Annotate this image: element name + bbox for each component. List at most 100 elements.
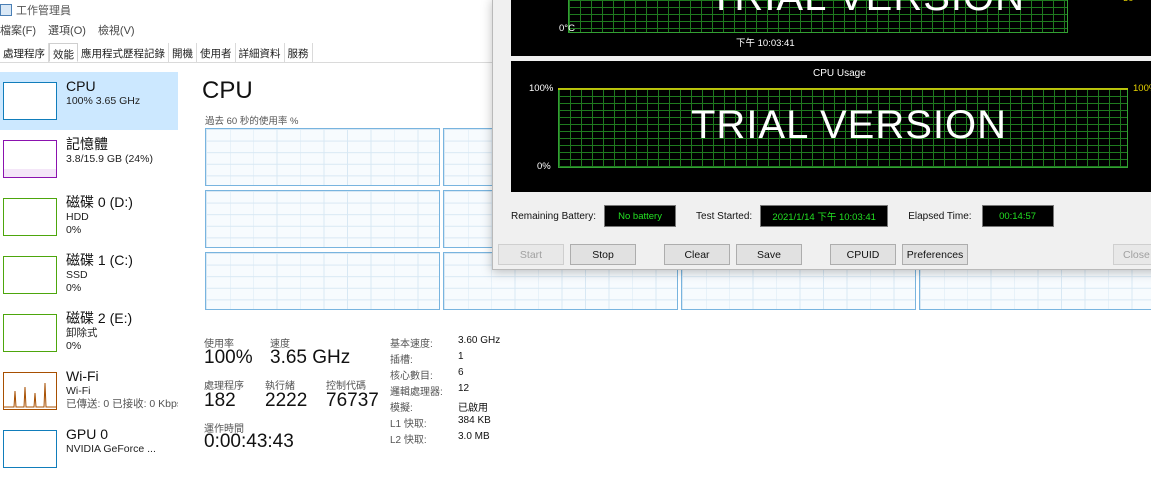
temperature-panel: TRIAL VERSION 0°C 下午 10:03:41 30 bbox=[511, 0, 1151, 56]
tab-processes[interactable]: 處理程序 bbox=[0, 43, 49, 62]
sidebar-item-disk-1[interactable]: 磁碟 1 (C:) SSD 0% bbox=[0, 246, 178, 304]
tab-details[interactable]: 詳細資料 bbox=[236, 43, 285, 62]
base-speed-label: 基本速度: bbox=[390, 339, 433, 350]
battery-label: Remaining Battery: bbox=[511, 210, 597, 222]
save-button[interactable]: Save bbox=[736, 244, 802, 265]
sidebar-item-sub2: 0% bbox=[66, 282, 82, 294]
menu-bar: 檔案(F) 選項(O) 檢視(V) bbox=[0, 22, 135, 40]
sidebar-item-title: 磁碟 1 (C:) bbox=[66, 252, 133, 268]
sidebar-item-sub2: 0% bbox=[66, 340, 82, 352]
speed-value: 3.65 GHz bbox=[270, 347, 351, 368]
l2-cache-value: 3.0 MB bbox=[458, 431, 490, 442]
preferences-button[interactable]: Preferences bbox=[902, 244, 968, 265]
disk-thumbnail-graph bbox=[3, 198, 57, 236]
temperature-watermark: TRIAL VERSION bbox=[709, 0, 1025, 20]
page-title: CPU bbox=[202, 77, 253, 104]
sidebar-item-sub: 卸除式 bbox=[66, 327, 98, 339]
sidebar-item-wifi[interactable]: Wi-Fi Wi-Fi 已傳送: 0 已接收: 0 Kbps bbox=[0, 362, 178, 420]
sidebar-item-sub: 3.8/15.9 GB (24%) bbox=[66, 153, 153, 165]
cpu-graph-caption: 過去 60 秒的使用率 % bbox=[205, 116, 299, 127]
menu-options[interactable]: 選項(O) bbox=[48, 22, 86, 40]
task-manager-icon bbox=[0, 4, 12, 16]
logical-processor-graph bbox=[205, 128, 440, 186]
cpu-usage-max-right: 100% bbox=[1133, 83, 1151, 94]
cpu-usage-panel: CPU Usage TRIAL VERSION 100% 0% 100% bbox=[511, 61, 1151, 192]
l2-cache-label: L2 快取: bbox=[390, 435, 427, 446]
wifi-activity-sparkline bbox=[4, 382, 56, 408]
utilization-value: 100% bbox=[204, 347, 253, 368]
sidebar-item-title: 記憶體 bbox=[66, 136, 108, 152]
l1-cache-label: L1 快取: bbox=[390, 419, 427, 430]
cpu-usage-min-left: 0% bbox=[537, 161, 551, 172]
menu-file[interactable]: 檔案(F) bbox=[0, 22, 36, 40]
cpuid-button[interactable]: CPUID bbox=[830, 244, 896, 265]
temperature-min-label: 0°C bbox=[559, 23, 575, 34]
sidebar-item-title: 磁碟 2 (E:) bbox=[66, 310, 133, 326]
tab-startup[interactable]: 開機 bbox=[169, 43, 197, 62]
title-bar: 工作管理員 bbox=[0, 0, 71, 20]
logical-processors-label: 邏輯處理器: bbox=[390, 387, 443, 398]
test-started-value: 2021/1/14 下午 10:03:41 bbox=[760, 205, 889, 227]
stop-button[interactable]: Stop bbox=[570, 244, 636, 265]
sidebar-item-sub2: 已傳送: 0 已接收: 0 Kbps bbox=[66, 398, 178, 410]
sidebar-item-sub: NVIDIA GeForce ... bbox=[66, 443, 156, 455]
temperature-time-label: 下午 10:03:41 bbox=[736, 38, 795, 49]
disk-thumbnail-graph bbox=[3, 314, 57, 352]
handles-value: 76737 bbox=[326, 390, 379, 411]
cpu-usage-title: CPU Usage bbox=[813, 68, 866, 79]
battery-value: No battery bbox=[604, 205, 677, 227]
sidebar-item-memory[interactable]: 記憶體 3.8/15.9 GB (24%) bbox=[0, 130, 178, 188]
cpu-usage-max-left: 100% bbox=[529, 83, 554, 94]
base-speed-value: 3.60 GHz bbox=[458, 335, 501, 346]
status-row: Remaining Battery: No battery Test Start… bbox=[511, 204, 1054, 228]
logical-processor-graph bbox=[205, 252, 440, 310]
sockets-value: 1 bbox=[458, 351, 464, 362]
sidebar-item-disk-2[interactable]: 磁碟 2 (E:) 卸除式 0% bbox=[0, 304, 178, 362]
gpu-thumbnail-graph bbox=[3, 430, 57, 468]
sidebar-item-sub: Wi-Fi bbox=[66, 385, 91, 397]
sidebar-item-title: Wi-Fi bbox=[66, 368, 99, 384]
performance-sidebar: CPU 100% 3.65 GHz 記憶體 3.8/15.9 GB (24%) … bbox=[0, 72, 178, 478]
sidebar-item-disk-0[interactable]: 磁碟 0 (D:) HDD 0% bbox=[0, 188, 178, 246]
logical-processors-value: 12 bbox=[458, 383, 470, 394]
sidebar-item-title: GPU 0 bbox=[66, 426, 109, 442]
virtualization-label: 模擬: bbox=[390, 403, 413, 414]
temperature-right-label: 30 bbox=[1123, 0, 1134, 4]
close-button[interactable]: Close bbox=[1113, 244, 1151, 265]
tab-users[interactable]: 使用者 bbox=[197, 43, 236, 62]
processes-value: 182 bbox=[204, 390, 236, 411]
sidebar-item-title: CPU bbox=[66, 78, 96, 94]
cpu-usage-line bbox=[558, 88, 1128, 90]
elapsed-time-value: 00:14:57 bbox=[981, 205, 1054, 227]
elapsed-time-label: Elapsed Time: bbox=[908, 210, 972, 222]
sidebar-item-sub: 100% 3.65 GHz bbox=[66, 95, 141, 107]
cpu-thumbnail-graph bbox=[3, 82, 57, 120]
cores-label: 核心數目: bbox=[390, 371, 433, 382]
sockets-label: 插槽: bbox=[390, 355, 413, 366]
tab-performance[interactable]: 效能 bbox=[49, 43, 78, 62]
sidebar-item-sub: SSD bbox=[66, 269, 88, 281]
menu-view[interactable]: 檢視(V) bbox=[98, 22, 135, 40]
window-title: 工作管理員 bbox=[16, 5, 71, 17]
sidebar-item-title: 磁碟 0 (D:) bbox=[66, 194, 133, 210]
tab-services[interactable]: 服務 bbox=[285, 43, 313, 62]
threads-value: 2222 bbox=[265, 390, 308, 411]
start-button[interactable]: Start bbox=[498, 244, 564, 265]
wifi-thumbnail-graph bbox=[3, 372, 57, 410]
tab-app-history[interactable]: 應用程式歷程記錄 bbox=[78, 43, 169, 62]
tab-bar: 處理程序 效能 應用程式歷程記錄 開機 使用者 詳細資料 服務 bbox=[0, 43, 500, 63]
sidebar-item-gpu[interactable]: GPU 0 NVIDIA GeForce ... bbox=[0, 420, 178, 478]
l1-cache-value: 384 KB bbox=[458, 415, 491, 426]
sidebar-item-cpu[interactable]: CPU 100% 3.65 GHz bbox=[0, 72, 178, 130]
sidebar-item-sub: HDD bbox=[66, 211, 89, 223]
cpu-usage-watermark: TRIAL VERSION bbox=[691, 103, 1008, 147]
uptime-value: 0:00:43:43 bbox=[204, 431, 294, 452]
stress-test-window: TRIAL VERSION 0°C 下午 10:03:41 30 CPU Usa… bbox=[492, 0, 1151, 270]
test-started-label: Test Started: bbox=[696, 210, 753, 222]
logical-processor-graph bbox=[205, 190, 440, 248]
clear-button[interactable]: Clear bbox=[664, 244, 730, 265]
disk-thumbnail-graph bbox=[3, 256, 57, 294]
cores-value: 6 bbox=[458, 367, 464, 378]
sidebar-item-sub2: 0% bbox=[66, 224, 82, 236]
virtualization-value: 已啟用 bbox=[458, 403, 488, 414]
